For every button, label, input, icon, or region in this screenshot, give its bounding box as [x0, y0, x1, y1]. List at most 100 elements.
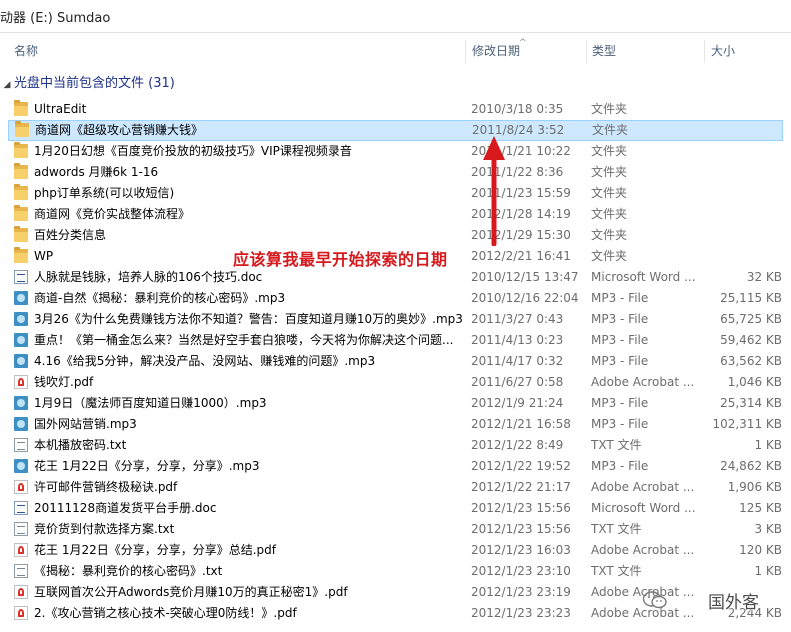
- file-type: 文件夹: [591, 228, 628, 242]
- file-row[interactable]: 商道-自然《揭秘：暴利竞价的核心密码》.mp3 2010/12/16 22:04 M…: [8, 288, 783, 309]
- column-type-header[interactable]: 类型: [592, 38, 616, 65]
- file-row[interactable]: 1月9日（魔法师百度知道日赚1000）.mp3 2012/1/9 21:24 MP3…: [8, 393, 783, 414]
- file-row[interactable]: 20111128商道发货平台手册.doc 2012/1/23 15:56 Micro…: [8, 498, 783, 519]
- file-date: 2012/2/21 16:41: [471, 249, 571, 263]
- mp3-icon: [14, 291, 28, 305]
- file-name: 1月9日（魔法师百度知道日赚1000）.mp3: [34, 396, 267, 410]
- folder-icon: [14, 163, 28, 179]
- file-type: MP3 - File: [591, 312, 649, 326]
- file-row[interactable]: 花王 1月22日《分享，分享，分享》.mp3 2012/1/22 19:52 MP3…: [8, 456, 783, 477]
- file-name: UltraEdit: [34, 102, 87, 116]
- collapse-triangle-icon[interactable]: ◢: [0, 75, 14, 95]
- file-date: 2012/1/22 21:17: [471, 480, 571, 494]
- doc-icon: [14, 270, 28, 284]
- file-name: 2.《攻心营销之核心技术-突破心理0防线！》.pdf: [34, 606, 297, 620]
- file-type: Adobe Acrobat ...: [591, 543, 695, 557]
- column-divider[interactable]: [465, 40, 466, 63]
- file-type: Adobe Acrobat ...: [591, 375, 695, 389]
- file-name: 本机播放密码.txt: [34, 438, 127, 452]
- folder-row[interactable]: adwords 月赚6k 1-16 2011/1/22 8:36 文件夹: [8, 162, 783, 183]
- folder-row[interactable]: 百姓分类信息 2012/1/29 15:30 文件夹: [8, 225, 783, 246]
- file-name: php订单系统(可以收短信): [34, 186, 175, 200]
- column-size-header[interactable]: 大小: [711, 38, 735, 65]
- file-date: 2011/3/27 0:43: [471, 312, 564, 326]
- file-type: TXT 文件: [591, 564, 642, 578]
- window-title: 动器 (E:) Sumdao: [0, 11, 111, 26]
- file-name: 商道-自然《揭秘：暴利竞价的核心密码》.mp3: [34, 291, 286, 305]
- folder-row[interactable]: php订单系统(可以收短信) 2011/1/23 15:59 文件夹: [8, 183, 783, 204]
- pdf-icon: [14, 480, 28, 494]
- mp3-icon: [14, 396, 28, 410]
- mp3-icon: [14, 354, 28, 368]
- folder-icon: [14, 205, 28, 221]
- file-date: 2011/4/17 0:32: [471, 354, 564, 368]
- file-type: MP3 - File: [591, 291, 649, 305]
- file-size: 125 KB: [739, 501, 782, 515]
- file-row[interactable]: 《揭秘：暴利竞价的核心密码》.txt 2012/1/23 23:10 TXT 文件 1…: [8, 561, 783, 582]
- file-row[interactable]: 本机播放密码.txt 2012/1/22 8:49 TXT 文件 1 KB: [8, 435, 783, 456]
- file-row[interactable]: 重点！《第一桶金怎么来？当然是好空手套白狼喽，今天将为你解决这个问题... 201…: [8, 330, 783, 351]
- file-size: 1,906 KB: [727, 480, 782, 494]
- column-date-header[interactable]: 修改日期: [472, 38, 520, 65]
- file-row[interactable]: 4.16《给我5分钟，解决没产品、没网站、赚钱难的问题》.mp3 2011/4/1…: [8, 351, 783, 372]
- column-divider[interactable]: [704, 40, 705, 63]
- folder-row[interactable]: 商道网《超级攻心营销赚大钱》 2011/8/24 3:52 文件夹: [8, 120, 783, 141]
- file-date: 2011/6/27 0:58: [471, 375, 564, 389]
- file-row[interactable]: 竞价货到付款选择方案.txt 2012/1/23 15:56 TXT 文件 3 KB: [8, 519, 783, 540]
- group-label: 光盘中当前包含的文件 (31): [14, 76, 175, 91]
- folder-icon: [14, 184, 28, 200]
- file-size: 102,311 KB: [712, 417, 782, 431]
- file-row[interactable]: 许可邮件营销终极秘诀.pdf 2012/1/22 21:17 Adobe Acrob…: [8, 477, 783, 498]
- txt-icon: [14, 564, 28, 578]
- file-name: 1月20日幻想《百度竞价投放的初级技巧》VIP课程视频录音: [34, 144, 352, 158]
- txt-icon: [14, 522, 28, 536]
- txt-icon: [14, 438, 28, 452]
- annotation-text: 应该算我最早开始探索的日期: [233, 250, 448, 269]
- column-header: 名称 ^ 修改日期 类型 大小: [0, 38, 791, 65]
- file-name: 国外网站营销.mp3: [34, 417, 137, 431]
- file-size: 1,046 KB: [727, 375, 782, 389]
- file-type: 文件夹: [591, 207, 628, 221]
- sort-ascending-icon: ^: [519, 38, 527, 48]
- file-date: 2012/1/22 8:49: [471, 438, 564, 452]
- file-type: TXT 文件: [591, 438, 642, 452]
- file-type: Microsoft Word ...: [591, 270, 696, 284]
- folder-icon: [15, 121, 29, 137]
- pdf-icon: [14, 606, 28, 620]
- file-date: 2012/1/22 19:52: [471, 459, 571, 473]
- file-type: 文件夹: [592, 123, 629, 137]
- file-date: 2012/1/23 23:23: [471, 606, 571, 620]
- folder-row[interactable]: UltraEdit 2010/3/18 0:35 文件夹: [8, 99, 783, 120]
- column-name-header[interactable]: 名称: [14, 38, 38, 65]
- mp3-icon: [14, 459, 28, 473]
- annotation-arrow: [483, 136, 505, 246]
- file-type: 文件夹: [591, 102, 628, 116]
- pdf-icon: [14, 375, 28, 389]
- file-type: TXT 文件: [591, 522, 642, 536]
- file-name: 竞价货到付款选择方案.txt: [34, 522, 175, 536]
- file-size: 3 KB: [754, 522, 782, 536]
- file-name: adwords 月赚6k 1-16: [34, 165, 159, 179]
- file-row[interactable]: 人脉就是钱脉，培养人脉的106个技巧.doc 2010/12/15 13:47 Mi…: [8, 267, 783, 288]
- file-size: 25,314 KB: [720, 396, 782, 410]
- file-name: 商道网《超级攻心营销赚大钱》: [35, 123, 204, 137]
- file-row[interactable]: 国外网站营销.mp3 2012/1/21 16:58 MP3 - File 102,3…: [8, 414, 783, 435]
- file-name: 花王 1月22日《分享，分享，分享》总结.pdf: [34, 543, 276, 557]
- folder-row[interactable]: 商道网《竞价实战整体流程》 2012/1/28 14:19 文件夹: [8, 204, 783, 225]
- file-row[interactable]: 钱吹灯.pdf 2011/6/27 0:58 Adobe Acrobat ... 1,…: [8, 372, 783, 393]
- file-name: 20111128商道发货平台手册.doc: [34, 501, 217, 515]
- file-row[interactable]: 3月26《为什么免费赚钱方法你不知道？警告：百度知道月赚10万的奥妙》.mp3 2…: [8, 309, 783, 330]
- group-header[interactable]: ◢ 光盘中当前包含的文件 (31): [0, 74, 175, 94]
- file-date: 2012/1/23 23:19: [471, 585, 571, 599]
- folder-row[interactable]: 1月20日幻想《百度竞价投放的初级技巧》VIP课程视频录音 2011/1/21 1…: [8, 141, 783, 162]
- file-row[interactable]: 花王 1月22日《分享，分享，分享》总结.pdf 2012/1/23 16:03 A…: [8, 540, 783, 561]
- mp3-icon: [14, 312, 28, 326]
- watermark: 国外客: [622, 586, 788, 616]
- folder-icon: [14, 142, 28, 158]
- file-name: 互联网首次公开Adwords竞价月赚10万的真正秘密1》.pdf: [34, 585, 348, 599]
- pdf-icon: [14, 585, 28, 599]
- file-name: 钱吹灯.pdf: [34, 375, 94, 389]
- file-size: 63,562 KB: [720, 354, 782, 368]
- file-date: 2012/1/23 16:03: [471, 543, 571, 557]
- column-divider[interactable]: [586, 40, 587, 63]
